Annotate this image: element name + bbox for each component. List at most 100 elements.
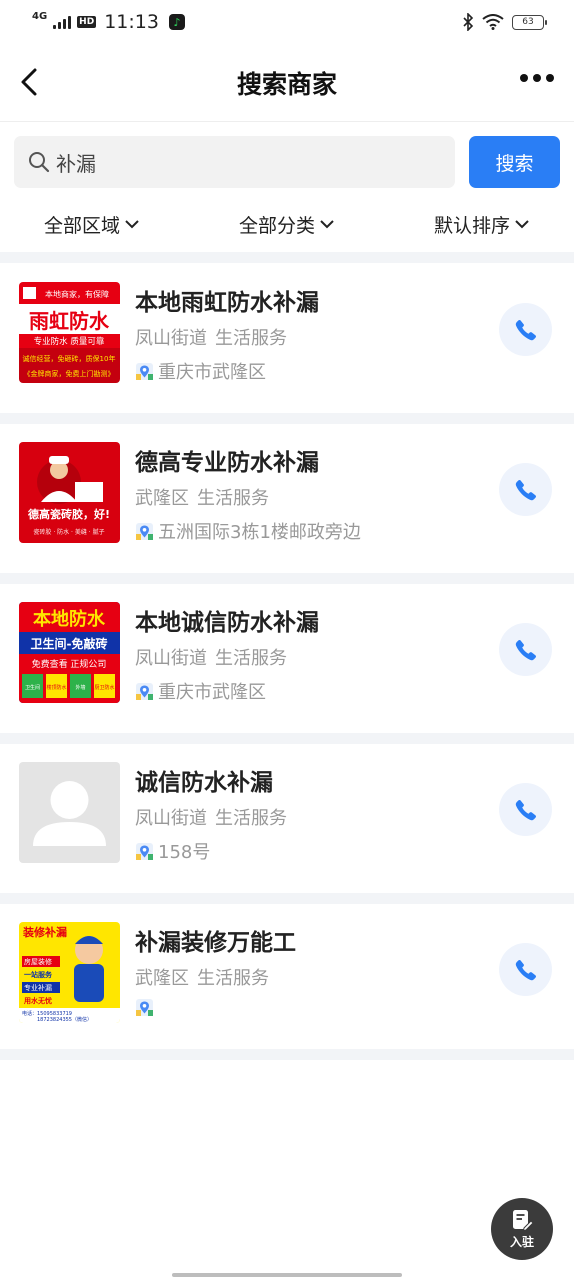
merchant-name: 诚信防水补漏	[135, 770, 273, 796]
filter-category[interactable]: 全部分类	[239, 211, 335, 238]
location-pin-icon	[136, 999, 153, 1016]
thumb-text: 德高瓷砖胶，好!	[27, 507, 110, 521]
thumb-text: 一站服务	[24, 970, 53, 979]
thumb-text: 雨虹防水	[29, 309, 110, 333]
battery-icon: 63	[512, 14, 547, 30]
search-button[interactable]: 搜索	[469, 136, 560, 188]
merchant-area: 凤山街道	[135, 648, 207, 669]
thumb-text: 专业补漏	[24, 983, 52, 992]
app-notification-icon: ♪	[168, 14, 185, 30]
merchant-area: 凤山街道	[135, 808, 207, 829]
merchant-address-text: 五洲国际3栋1楼邮政旁边	[158, 522, 361, 543]
merchant-address: 158号	[135, 838, 210, 864]
call-button[interactable]	[499, 623, 552, 676]
search-box[interactable]	[14, 136, 455, 188]
thumb-text: 装修补漏	[22, 925, 67, 939]
thumb-text: 电话：15095833719	[22, 1010, 72, 1017]
merchant-item[interactable]: 德高瓷砖胶，好! 瓷砖胶 · 防水 · 美缝 · 腻子 德高专业防水补漏 武隆区…	[0, 423, 574, 573]
merchant-name: 补漏装修万能工	[135, 930, 296, 956]
thumb-text: 瓷砖胶 · 防水 · 美缝 · 腻子	[33, 528, 104, 536]
hd-badge: HD	[77, 16, 97, 28]
merchant-category: 生活服务	[197, 968, 269, 989]
filter-sort[interactable]: 默认排序	[434, 211, 530, 238]
item-divider	[0, 1049, 574, 1060]
merchant-area: 武隆区	[135, 488, 189, 509]
merchant-area: 凤山街道	[135, 328, 207, 349]
location-pin-icon	[136, 842, 153, 860]
call-button[interactable]	[499, 463, 552, 516]
search-icon	[29, 152, 50, 173]
location-pin-icon	[136, 522, 153, 540]
filter-sort-label: 默认排序	[433, 214, 510, 237]
thumb-text: 用水无忧	[24, 996, 52, 1005]
call-button[interactable]	[499, 783, 552, 836]
merchant-item[interactable]: 本地商家，有保障 雨虹防水 专业防水 质量可靠 诚信经营，免砸砖，质保10年 《…	[0, 263, 574, 413]
thumb-text: 免费查看 正规公司	[32, 658, 107, 670]
thumb-text: 专业防水 质量可靠	[34, 336, 105, 347]
signal-icon	[53, 15, 72, 29]
merchant-thumbnail: 本地商家，有保障 雨虹防水 专业防水 质量可靠 诚信经营，免砸砖，质保10年 《…	[19, 282, 120, 383]
thumb-text: 卫生间	[25, 684, 40, 691]
merchant-address-text: 重庆市武隆区	[158, 682, 266, 703]
thumb-text: 楼顶防水	[46, 684, 66, 691]
bluetooth-icon	[463, 13, 474, 31]
thumb-text: 18723824355（微信）	[37, 1016, 92, 1023]
thumb-text: 外墙	[75, 684, 85, 691]
status-bar: 4G HD 11:13 ♪ 63	[0, 0, 574, 44]
merchant-address: 重庆市武隆区	[135, 358, 266, 384]
merchant-meta: 武隆区 生活服务	[135, 484, 269, 510]
merchant-meta: 武隆区 生活服务	[135, 964, 269, 990]
section-divider	[0, 252, 574, 263]
filter-area[interactable]: 全部区域	[44, 211, 140, 238]
edit-document-icon	[513, 1210, 534, 1232]
merchant-thumbnail: 本地防水 卫生间-免敲砖 免费查看 正规公司 卫生间 楼顶防水 外墙 厨卫防水	[19, 602, 120, 703]
merchant-address-text: 158号	[158, 842, 211, 863]
merchant-name: 本地诚信防水补漏	[135, 610, 319, 636]
search-input[interactable]	[56, 150, 356, 174]
call-button[interactable]	[499, 303, 552, 356]
thumb-text: 卫生间-免敲砖	[31, 636, 108, 651]
merchant-item[interactable]: 装修补漏 房屋装修 一站服务 专业补漏 用水无忧 电话：15095833719 …	[0, 903, 574, 1053]
thumb-text: 诚信经营，免砸砖，质保10年	[23, 354, 116, 363]
merchant-item[interactable]: 诚信防水补漏 凤山街道 生活服务 158号	[0, 743, 574, 893]
merchant-category: 生活服务	[197, 488, 269, 509]
call-button[interactable]	[499, 943, 552, 996]
battery-level: 63	[522, 17, 534, 27]
merchant-name: 本地雨虹防水补漏	[135, 290, 319, 316]
merchant-meta: 凤山街道 生活服务	[135, 644, 287, 670]
more-dots-icon[interactable]	[520, 74, 554, 82]
filter-area-label: 全部区域	[44, 214, 121, 237]
filter-category-label: 全部分类	[238, 214, 315, 237]
merchant-meta: 凤山街道 生活服务	[135, 804, 287, 830]
join-button-label: 入驻	[509, 1235, 534, 1249]
merchant-meta: 凤山街道 生活服务	[135, 324, 287, 350]
merchant-thumbnail: 装修补漏 房屋装修 一站服务 专业补漏 用水无忧 电话：15095833719 …	[19, 922, 120, 1023]
merchant-item[interactable]: 本地防水 卫生间-免敲砖 免费查看 正规公司 卫生间 楼顶防水 外墙 厨卫防水 …	[0, 583, 574, 733]
location-pin-icon	[136, 682, 153, 700]
chevron-down-icon	[320, 220, 334, 229]
merchant-address	[135, 998, 158, 1017]
merchant-category: 生活服务	[215, 328, 287, 349]
phone-icon	[515, 479, 536, 500]
merchant-category: 生活服务	[215, 648, 287, 669]
phone-icon	[515, 799, 536, 820]
join-button[interactable]: 入驻	[491, 1198, 553, 1260]
thumb-text: 厨卫防水	[94, 684, 114, 691]
navigation-bar: 搜索商家	[0, 44, 574, 122]
phone-icon	[515, 319, 536, 340]
merchant-area: 武隆区	[135, 968, 189, 989]
thumb-text: 本地商家，有保障	[45, 289, 109, 299]
back-arrow-icon[interactable]	[14, 64, 50, 100]
status-time: 11:13	[104, 11, 159, 33]
home-indicator[interactable]	[172, 1273, 402, 1277]
merchant-thumbnail: 德高瓷砖胶，好! 瓷砖胶 · 防水 · 美缝 · 腻子	[19, 442, 120, 543]
chevron-down-icon	[515, 220, 529, 229]
merchant-category: 生活服务	[215, 808, 287, 829]
wifi-icon	[482, 14, 504, 30]
phone-icon	[515, 639, 536, 660]
phone-icon	[515, 959, 536, 980]
merchant-name: 德高专业防水补漏	[135, 450, 319, 476]
location-pin-icon	[136, 362, 153, 380]
merchant-address: 重庆市武隆区	[135, 678, 266, 704]
chevron-down-icon	[125, 220, 139, 229]
